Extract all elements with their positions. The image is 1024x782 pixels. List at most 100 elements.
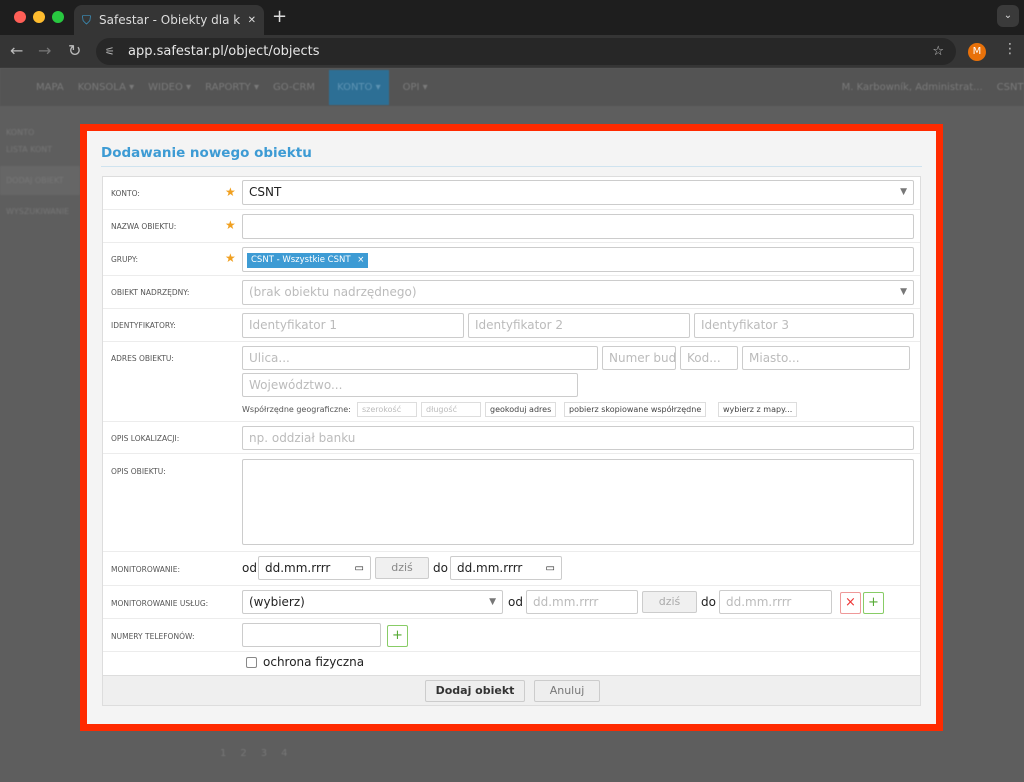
wybierz-z-mapy-button[interactable]: wybierz z mapy... (718, 402, 798, 417)
background-sidebar: KONTO LISTA KONT DODAJ OBIEKT WYSZUKIWAN… (0, 120, 80, 240)
add-object-dialog: Dodawanie nowego obiektu KONTO: ★ CSNT ▼ … (87, 131, 936, 724)
bg-item: WYSZUKIWANIE (6, 207, 70, 216)
usluga-select[interactable]: (wybierz) ▼ (242, 590, 503, 614)
geokoduj-button[interactable]: geokoduj adres (485, 402, 557, 417)
nav-go-crm[interactable]: GO-CRM (273, 82, 315, 93)
back-icon[interactable]: ← (10, 41, 23, 60)
shield-icon: ⛉ (82, 12, 92, 27)
add-service-button[interactable]: + (863, 592, 884, 614)
required-icon: ★ (225, 251, 236, 265)
nav-raporty[interactable]: RAPORTY ▾ (205, 82, 259, 93)
dialog-footer: Dodaj obiekt Anuluj (103, 675, 920, 705)
miasto-input[interactable]: Miasto... (742, 346, 910, 370)
page-link[interactable]: 4 (281, 748, 287, 759)
usluga-value: (wybierz) (249, 595, 305, 609)
row-nadrzedny: OBIEKT NADRZĘDNY: (brak obiektu nadrzędn… (103, 276, 920, 309)
chevron-down-icon: ▼ (900, 187, 907, 197)
opis-obj-label: OPIS OBIEKTU: (111, 467, 166, 476)
numer-input[interactable]: Numer bud (602, 346, 676, 370)
user-name[interactable]: M. Karbowník, Administrat... (842, 82, 983, 93)
monitorowanie-to-date[interactable]: dd.mm.rrrr ▭ (450, 556, 562, 580)
szerokosc-input[interactable]: szerokość (357, 402, 417, 417)
reload-icon[interactable]: ↻ (68, 41, 81, 60)
new-tab-button[interactable]: + (272, 6, 287, 27)
today-button[interactable]: dziś (642, 591, 697, 613)
background-pagination: 1 2 3 4 (220, 748, 288, 759)
remove-tag-icon[interactable]: × (357, 255, 364, 265)
browser-tab[interactable]: ⛉ Safestar - Obiekty dla konta CSNT ✕ (74, 5, 264, 35)
ochrona-checkbox[interactable] (246, 657, 257, 668)
close-tab-icon[interactable]: ✕ (248, 15, 256, 26)
nazwa-input[interactable] (242, 214, 914, 239)
opis-lokalizacji-input[interactable]: np. oddział banku (242, 426, 914, 450)
konto-select[interactable]: CSNT ▼ (242, 180, 914, 205)
maximize-window-button[interactable] (52, 11, 64, 23)
identyfikator-3-input[interactable]: Identyfikator 3 (694, 313, 914, 338)
highlight-frame: Dodawanie nowego obiektu KONTO: ★ CSNT ▼ … (80, 124, 943, 731)
kod-input[interactable]: Kod... (680, 346, 738, 370)
page-link[interactable]: 1 (220, 748, 226, 759)
date-value: dd.mm.rrrr (457, 561, 523, 575)
profile-avatar[interactable]: M (968, 43, 986, 61)
nav-konsola[interactable]: KONSOLA ▾ (78, 82, 134, 93)
bg-item: DODAJ OBIEKT (0, 166, 80, 195)
add-phone-button[interactable]: + (387, 625, 408, 647)
today-button[interactable]: dziś (375, 557, 429, 579)
menu-icon[interactable]: ⋮ (1003, 41, 1017, 57)
adres-label: ADRES OBIEKTU: (111, 354, 174, 363)
monitorowanie-from-date[interactable]: dd.mm.rrrr ▭ (258, 556, 371, 580)
add-object-button[interactable]: Dodaj obiekt (425, 680, 525, 702)
row-grupy: GRUPY: ★ CSNT - Wszystkie CSNT × (103, 243, 920, 276)
usluga-to-date[interactable]: dd.mm.rrrr (719, 590, 832, 614)
forward-icon[interactable]: → (38, 41, 51, 60)
opis-obiektu-textarea[interactable] (242, 459, 914, 545)
app-nav: MAPA KONSOLA ▾ WIDEO ▾ RAPORTY ▾ GO-CRM … (0, 68, 1024, 106)
chevron-down-icon: ▼ (900, 287, 907, 297)
cancel-button[interactable]: Anuluj (534, 680, 600, 702)
row-opis-obiektu: OPIS OBIEKTU: (103, 454, 920, 552)
grupy-label: GRUPY: (111, 255, 138, 264)
nav-mapa[interactable]: MAPA (36, 82, 64, 93)
dlugosc-input[interactable]: długość (421, 402, 481, 417)
nadrzedny-select[interactable]: (brak obiektu nadrzędnego) ▼ (242, 280, 914, 305)
wojewodztwo-input[interactable]: Województwo... (242, 373, 578, 397)
row-uslugi: MONITOROWANIE USŁUG: (wybierz) ▼ od dd.mm… (103, 586, 920, 619)
title-divider (101, 166, 922, 167)
remove-service-button[interactable]: × (840, 592, 861, 614)
required-icon: ★ (225, 185, 236, 199)
url-bar[interactable]: ⚟ app.safestar.pl/object/objects ☆ (96, 38, 956, 65)
tab-search-button[interactable]: ⌄ (997, 5, 1019, 27)
page-link[interactable]: 3 (261, 748, 267, 759)
grupy-input[interactable]: CSNT - Wszystkie CSNT × (242, 247, 914, 272)
url-text: app.safestar.pl/object/objects (128, 44, 320, 59)
opis-lok-label: OPIS LOKALIZACJI: (111, 434, 180, 443)
nav-konto[interactable]: KONTO ▾ (329, 69, 389, 105)
nav-wideo[interactable]: WIDEO ▾ (148, 82, 191, 93)
close-window-button[interactable] (14, 11, 26, 23)
site-settings-icon[interactable]: ⚟ (105, 45, 115, 58)
konto-value: CSNT (249, 185, 282, 199)
ochrona-label[interactable]: ochrona fizyczna (263, 655, 364, 669)
nav-opi[interactable]: OPI ▾ (403, 82, 428, 93)
minimize-window-button[interactable] (33, 11, 45, 23)
row-monitorowanie: MONITOROWANIE: od dd.mm.rrrr ▭ dziś do dd… (103, 552, 920, 586)
row-adres: ADRES OBIEKTU: Ulica... Numer bud Kod...… (103, 342, 920, 422)
monitorowanie-label: MONITOROWANIE: (111, 565, 181, 574)
date-value: dd.mm.rrrr (265, 561, 331, 575)
page-link[interactable]: 2 (240, 748, 246, 759)
bookmark-star-icon[interactable]: ☆ (932, 44, 944, 59)
konto-label: KONTO: (111, 189, 140, 198)
identyfikator-2-input[interactable]: Identyfikator 2 (468, 313, 690, 338)
calendar-icon[interactable]: ▭ (355, 557, 364, 579)
ulica-input[interactable]: Ulica... (242, 346, 598, 370)
user-account: CSNT (996, 81, 1024, 93)
browser-tab-bar: ⛉ Safestar - Obiekty dla konta CSNT ✕ + … (0, 0, 1024, 35)
row-telefony: NUMERY TELEFONÓW: + (103, 619, 920, 652)
identyfikator-1-input[interactable]: Identyfikator 1 (242, 313, 464, 338)
row-identyfikatory: IDENTYFIKATORY: Identyfikator 1 Identyfi… (103, 309, 920, 342)
pobierz-wspolrzedne-button[interactable]: pobierz skopiowane współrzędne (564, 402, 707, 417)
telefon-input[interactable] (242, 623, 381, 647)
bg-item: KONTO (6, 128, 35, 137)
calendar-icon[interactable]: ▭ (546, 557, 555, 579)
usluga-from-date[interactable]: dd.mm.rrrr (526, 590, 638, 614)
